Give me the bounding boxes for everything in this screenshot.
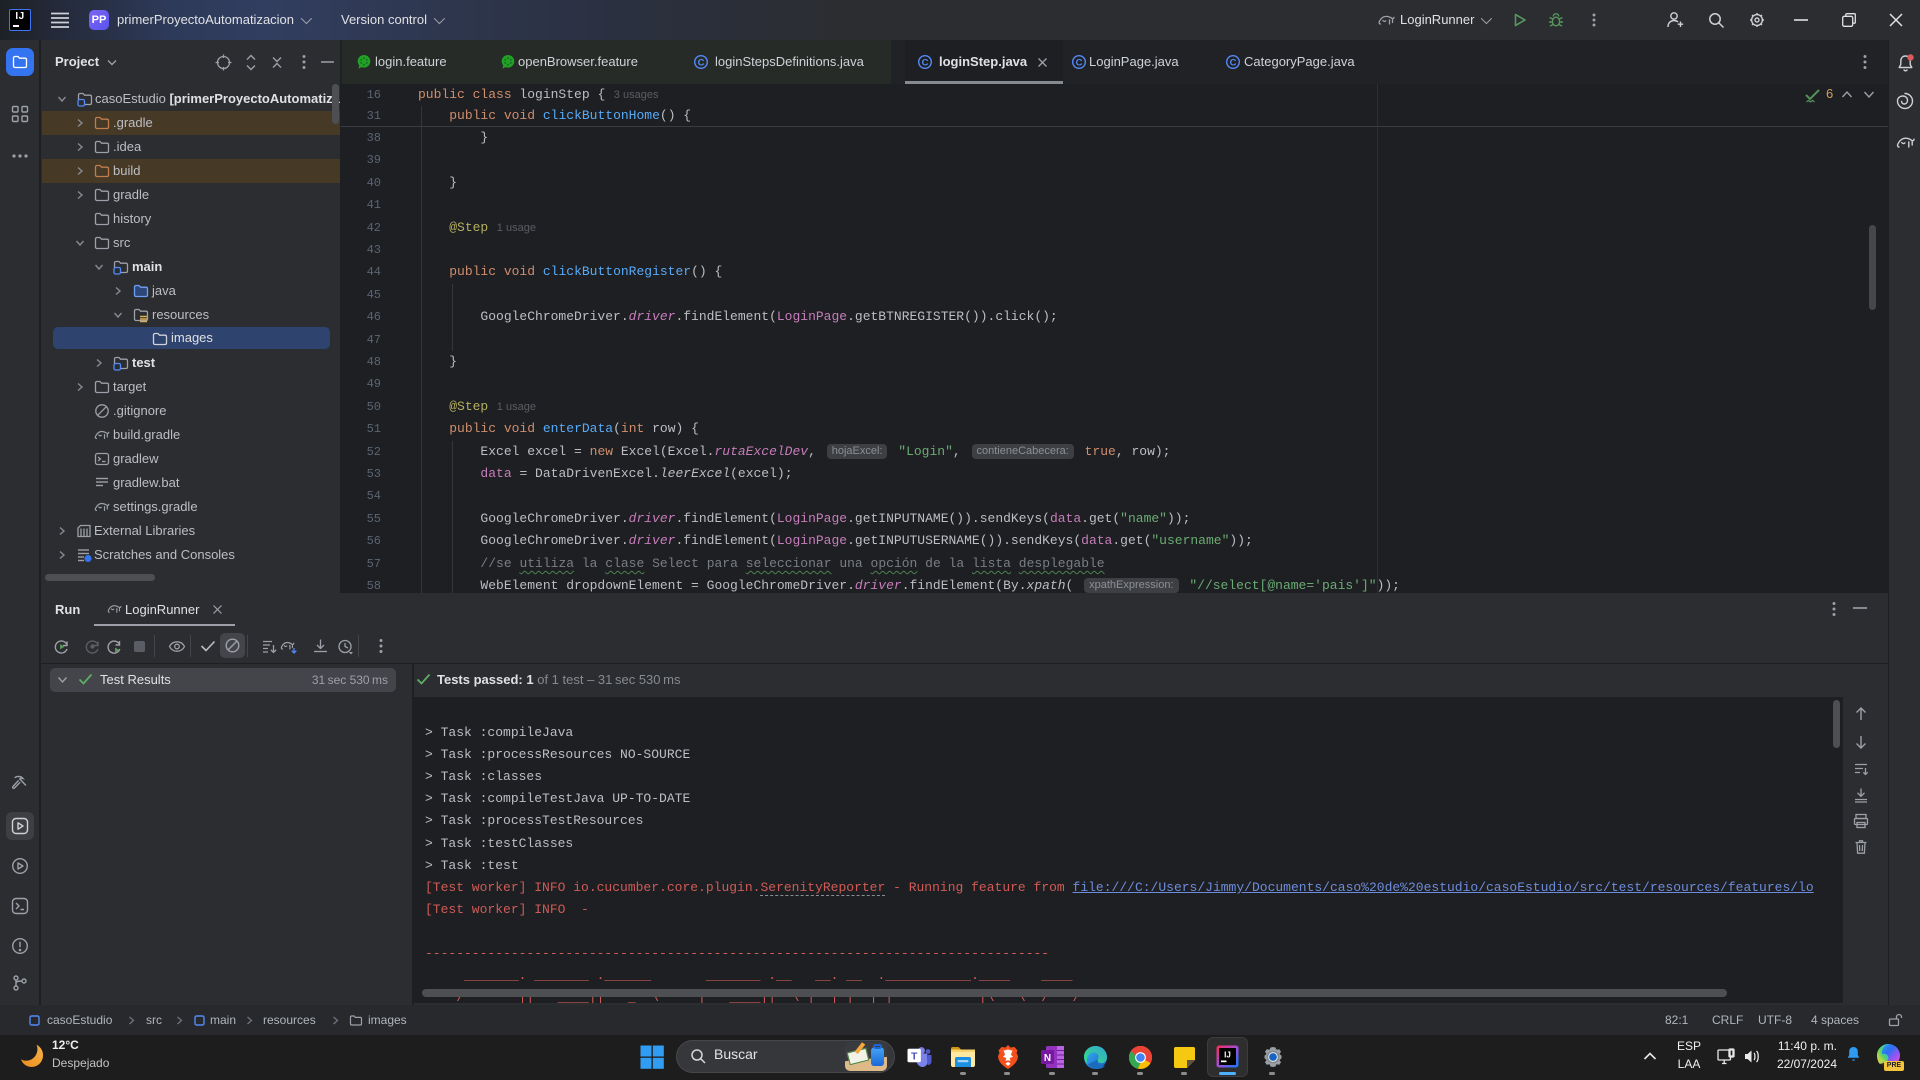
- svg-text:IJ: IJ: [1224, 1051, 1231, 1060]
- svg-text:C: C: [1230, 58, 1237, 69]
- svg-text:T: T: [911, 1051, 918, 1063]
- svg-text:C: C: [922, 58, 929, 69]
- svg-text:C: C: [1076, 58, 1083, 69]
- svg-text:C: C: [698, 58, 705, 69]
- svg-text:N: N: [1044, 1053, 1051, 1064]
